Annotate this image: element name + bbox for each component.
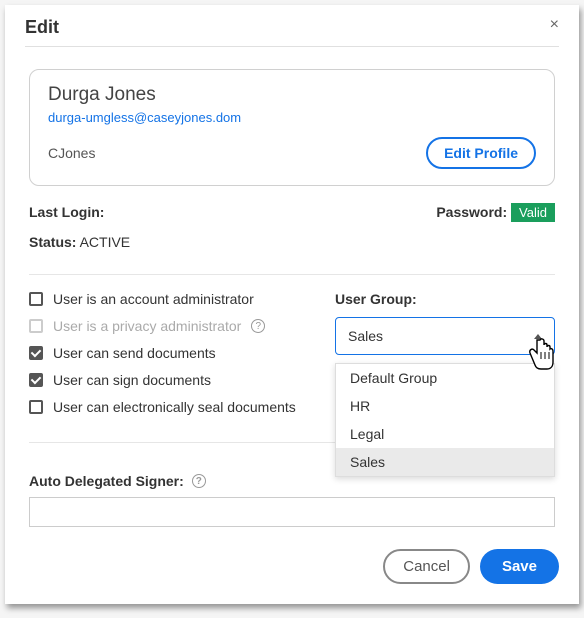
- edit-profile-button[interactable]: Edit Profile: [426, 137, 536, 169]
- checkbox-send-docs[interactable]: [29, 346, 43, 360]
- user-group-selected-value: Sales: [348, 328, 383, 344]
- group-option-sales[interactable]: Sales: [336, 448, 554, 476]
- chevron-up-icon: [534, 334, 542, 339]
- user-full-name: Durga Jones: [48, 84, 536, 106]
- status-value: ACTIVE: [80, 234, 131, 250]
- user-email[interactable]: durga-umgless@caseyjones.dom: [48, 110, 536, 125]
- permissions-list: User is an account administrator User is…: [29, 291, 315, 426]
- user-group-dropdown: Default Group HR Legal Sales: [335, 363, 555, 477]
- checkbox-account-admin[interactable]: [29, 292, 43, 306]
- help-icon[interactable]: ?: [192, 474, 206, 488]
- perm-sign-label: User can sign documents: [53, 372, 211, 388]
- close-icon[interactable]: ×: [550, 17, 559, 33]
- password-status-badge: Valid: [511, 203, 555, 222]
- user-group-select[interactable]: Sales: [335, 317, 555, 355]
- save-button[interactable]: Save: [480, 549, 559, 584]
- modal-footer: Cancel Save: [25, 549, 559, 584]
- group-option-default[interactable]: Default Group: [336, 364, 554, 392]
- divider: [29, 274, 555, 275]
- help-icon[interactable]: ?: [251, 319, 265, 333]
- checkbox-seal-docs[interactable]: [29, 400, 43, 414]
- profile-card: Durga Jones durga-umgless@caseyjones.dom…: [29, 69, 555, 186]
- checkbox-privacy-admin: [29, 319, 43, 333]
- perm-privacy-admin-label: User is a privacy administrator: [53, 318, 241, 334]
- auto-delegate-label: Auto Delegated Signer:: [29, 473, 184, 489]
- status-label: Status:: [29, 234, 76, 250]
- modal-title: Edit: [25, 17, 59, 38]
- password-label: Password:: [436, 204, 507, 220]
- perm-send-label: User can send documents: [53, 345, 216, 361]
- group-option-hr[interactable]: HR: [336, 392, 554, 420]
- group-option-legal[interactable]: Legal: [336, 420, 554, 448]
- user-group-label: User Group:: [335, 291, 555, 307]
- edit-user-modal: Edit × Durga Jones durga-umgless@caseyjo…: [5, 5, 579, 604]
- user-username: CJones: [48, 145, 95, 161]
- modal-header: Edit ×: [25, 17, 559, 47]
- perm-account-admin-label: User is an account administrator: [53, 291, 254, 307]
- perm-seal-label: User can electronically seal documents: [53, 399, 296, 415]
- last-login-label: Last Login:: [29, 204, 104, 220]
- cancel-button[interactable]: Cancel: [383, 549, 470, 584]
- checkbox-sign-docs[interactable]: [29, 373, 43, 387]
- auto-delegate-input[interactable]: [29, 497, 555, 527]
